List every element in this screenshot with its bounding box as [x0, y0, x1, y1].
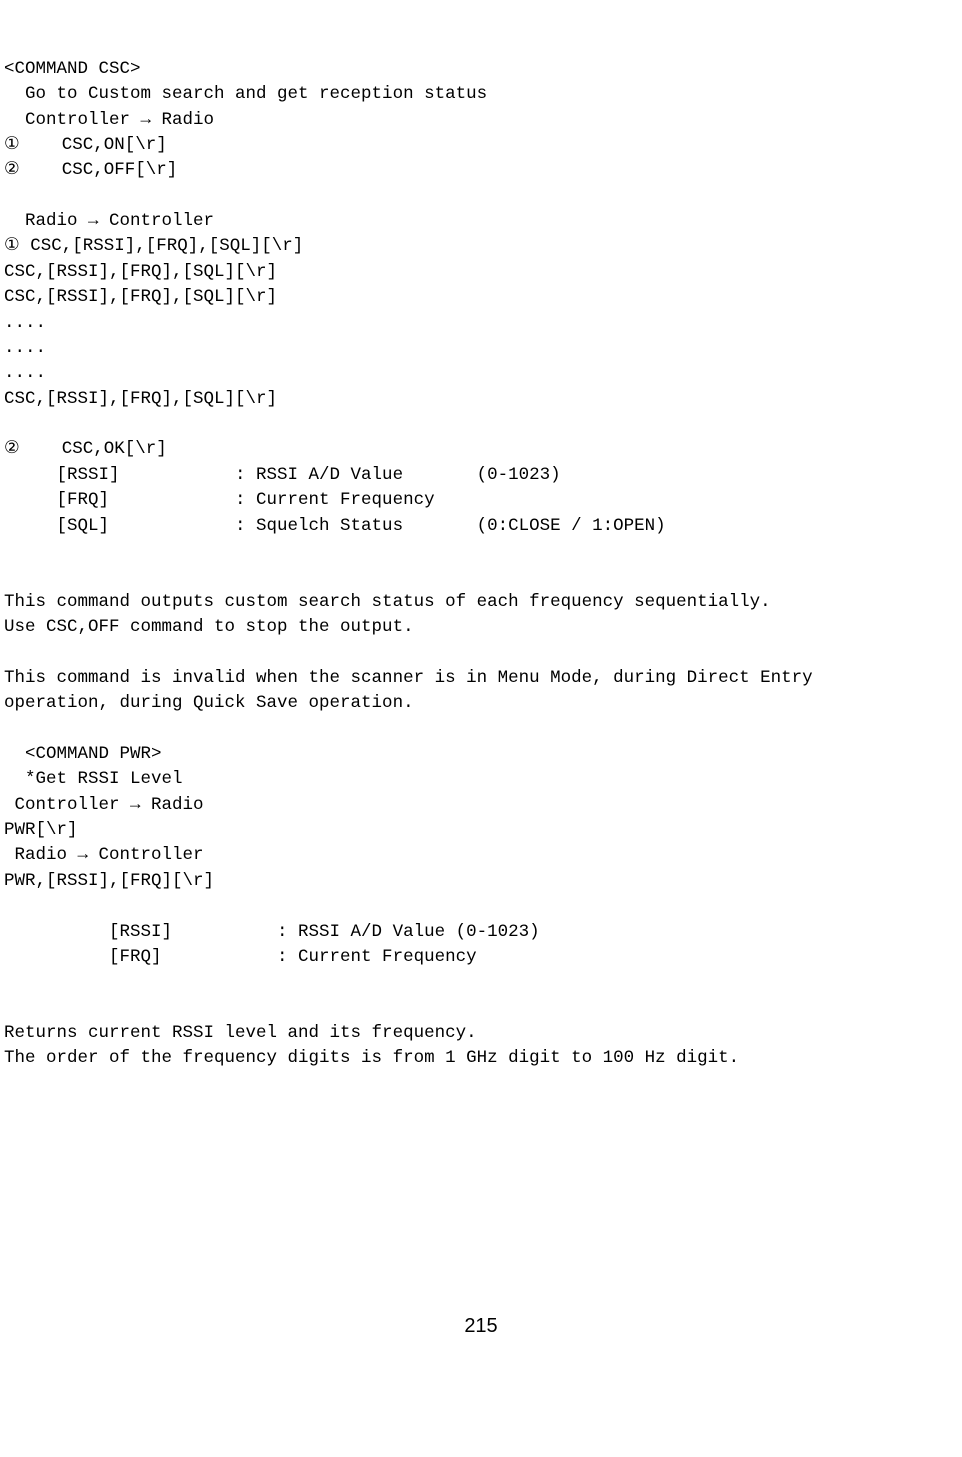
- csc-title: Go to Custom search and get reception st…: [4, 84, 487, 104]
- pwr-description: Returns current RSSI level and its frequ…: [4, 1023, 477, 1043]
- csc-controller-to-radio: Controller → Radio: [4, 110, 214, 130]
- csc-description: operation, during Quick Save operation.: [4, 693, 414, 713]
- csc-description: This command outputs custom search statu…: [4, 592, 771, 612]
- csc-response-line: CSC,[RSSI],[FRQ],[SQL][\r]: [4, 389, 277, 409]
- csc-description: Use CSC,OFF command to stop the output.: [4, 617, 414, 637]
- csc-command-header: <COMMAND CSC>: [4, 59, 141, 79]
- page-number: 215: [4, 1312, 958, 1341]
- ellipsis: ....: [4, 363, 46, 383]
- csc-response-line: CSC,[RSSI],[FRQ],[SQL][\r]: [4, 262, 277, 282]
- csc-response-line: ① CSC,[RSSI],[FRQ],[SQL][\r]: [4, 236, 303, 256]
- pwr-controller-to-radio: Controller → Radio: [4, 795, 204, 815]
- csc-response-line: CSC,[RSSI],[FRQ],[SQL][\r]: [4, 287, 277, 307]
- ellipsis: ....: [4, 338, 46, 358]
- pwr-response: PWR,[RSSI],[FRQ][\r]: [4, 871, 214, 891]
- param-rssi: [RSSI] : RSSI A/D Value (0-1023): [4, 465, 561, 485]
- ellipsis: ....: [4, 313, 46, 333]
- param-frq: [FRQ] : Current Frequency: [4, 947, 477, 967]
- pwr-command-header: <COMMAND PWR>: [4, 744, 162, 764]
- csc-radio-to-controller: Radio → Controller: [4, 211, 214, 231]
- param-rssi: [RSSI] : RSSI A/D Value (0-1023): [4, 922, 540, 942]
- param-sql: [SQL] : Squelch Status (0:CLOSE / 1:OPEN…: [4, 516, 666, 536]
- csc-description: This command is invalid when the scanner…: [4, 668, 813, 688]
- csc-cmd-on: ① CSC,ON[\r]: [4, 135, 167, 155]
- pwr-cmd: PWR[\r]: [4, 820, 78, 840]
- param-frq: [FRQ] : Current Frequency: [4, 490, 435, 510]
- pwr-radio-to-controller: Radio → Controller: [4, 845, 204, 865]
- csc-ok-response: ② CSC,OK[\r]: [4, 439, 167, 459]
- csc-cmd-off: ② CSC,OFF[\r]: [4, 160, 177, 180]
- pwr-title: *Get RSSI Level: [4, 769, 183, 789]
- pwr-description: The order of the frequency digits is fro…: [4, 1048, 739, 1068]
